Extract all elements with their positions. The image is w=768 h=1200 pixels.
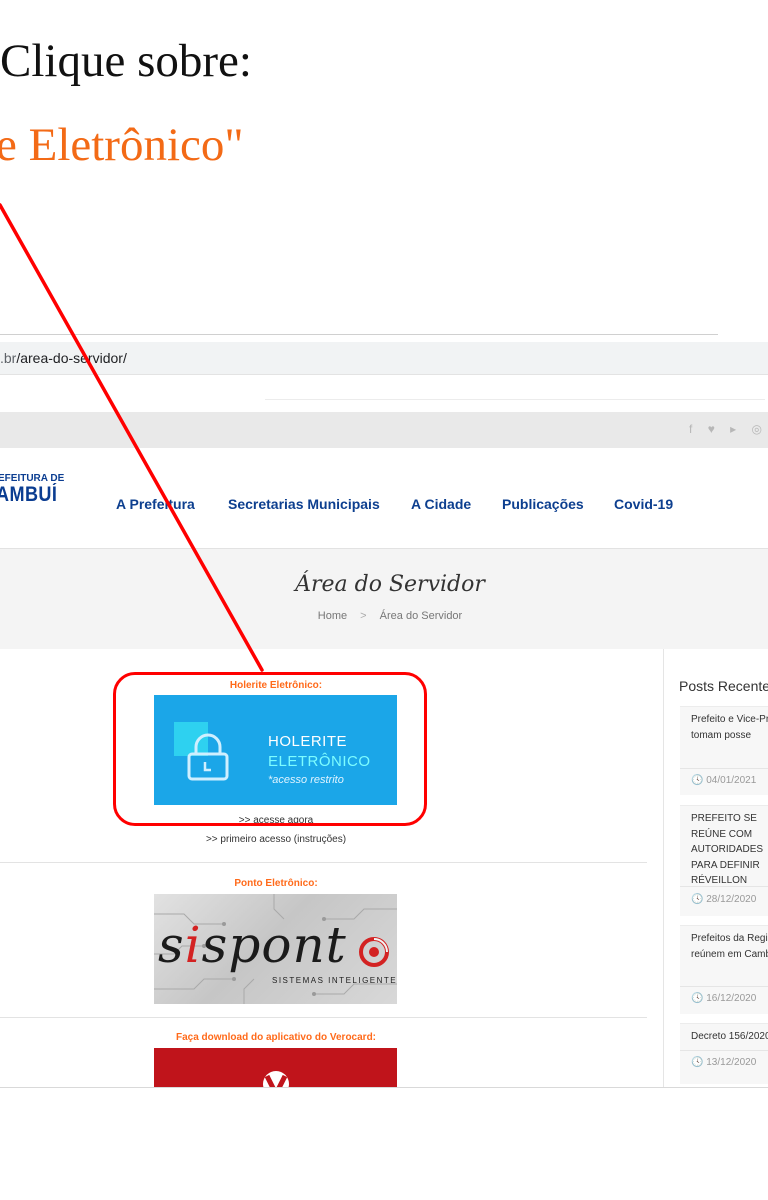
post-item[interactable]: Prefeitos da Região se reúnem em Cambuí … [680, 925, 768, 1014]
url-path: /area-do-servidor/ [16, 350, 127, 366]
post-date: 🕓 04/01/2021 [691, 775, 757, 786]
verocard-logo-icon [263, 1071, 289, 1088]
tab-strip-divider [0, 334, 718, 335]
section-divider [0, 1017, 647, 1018]
post-date-value: 28/12/2020 [706, 894, 757, 905]
primeiro-acesso-link[interactable]: >> primeiro acesso (instruções) [0, 834, 552, 845]
address-bar[interactable]: .br/area-do-servidor/ [0, 342, 768, 375]
sidebar-heading: Posts Recentes [679, 678, 768, 694]
sisponto-letters-2: spont [201, 916, 347, 974]
page-title-bar [0, 549, 768, 649]
post-item[interactable]: Decreto 156/2020 🕓 13/12/2020 [680, 1023, 768, 1084]
bookmarks-divider [265, 399, 765, 400]
post-date-divider [680, 886, 768, 887]
post-title[interactable]: Decreto 156/2020 [691, 1029, 768, 1045]
logo-city-name[interactable]: AMBUÍ [0, 483, 57, 507]
sisponto-logo-text: sispont [158, 916, 347, 974]
social-links[interactable]: f ♥ ▸ ◎ [689, 422, 768, 436]
page-title: Área do Servidor [295, 572, 485, 597]
post-date-divider [680, 1050, 768, 1051]
post-date-value: 13/12/2020 [706, 1057, 757, 1068]
nav-covid[interactable]: Covid-19 [614, 496, 673, 512]
post-date: 🕓 28/12/2020 [691, 894, 757, 905]
post-date: 🕓 16/12/2020 [691, 993, 757, 1004]
annotation-highlight-box [113, 672, 427, 826]
verocard-section-title: Faça download do aplicativo do Verocard: [175, 1032, 377, 1043]
breadcrumb-current: Área do Servidor [379, 610, 463, 622]
post-title[interactable]: Prefeitos da Região se reúnem em Cambuí [691, 931, 768, 962]
post-date-divider [680, 768, 768, 769]
sisponto-swirl-icon [359, 937, 389, 967]
post-title[interactable]: Prefeito e Vice-Prefeito e vereadores to… [691, 712, 768, 743]
site-top-strip: f ♥ ▸ ◎ [0, 412, 768, 448]
nav-publicacoes[interactable]: Publicações [502, 496, 584, 512]
social-icons[interactable]: f ♥ ▸ ◎ [689, 422, 768, 436]
post-item[interactable]: PREFEITO SE REÚNE COM AUTORIDADES PARA D… [680, 805, 768, 916]
post-item[interactable]: Prefeito e Vice-Prefeito e vereadores to… [680, 706, 768, 795]
breadcrumb: Home > Área do Servidor [0, 610, 768, 622]
breadcrumb-separator: > [360, 610, 367, 622]
url-text[interactable]: .br/area-do-servidor/ [0, 350, 127, 366]
post-title[interactable]: PREFEITO SE REÚNE COM AUTORIDADES PARA D… [691, 811, 768, 889]
sisponto-letter-i: i [184, 916, 202, 974]
sisponto-subtitle: SISTEMAS INTELIGENTES [272, 976, 397, 985]
url-domain: .br [0, 350, 17, 366]
nav-a-cidade[interactable]: A Cidade [411, 496, 471, 512]
sisponto-letters-1: s [158, 916, 185, 974]
post-date: 🕓 13/12/2020 [691, 1057, 757, 1068]
breadcrumb-home[interactable]: Home [318, 610, 347, 622]
verocard-banner[interactable] [154, 1048, 397, 1088]
post-date-divider [680, 986, 768, 987]
screenshot-bottom-edge [0, 1087, 768, 1088]
nav-secretarias[interactable]: Secretarias Municipais [228, 496, 380, 512]
ponto-section-title: Ponto Eletrônico: [234, 878, 318, 889]
nav-a-prefeitura[interactable]: A Prefeitura [116, 496, 195, 512]
section-divider [0, 862, 647, 863]
sidebar-divider [663, 649, 664, 1087]
post-date-value: 04/01/2021 [706, 775, 757, 786]
sisponto-banner[interactable]: sispont SISTEMAS INTELIGENTES [154, 894, 397, 1004]
instruction-line-1: Clique sobre: [0, 35, 252, 87]
post-date-value: 16/12/2020 [706, 993, 757, 1004]
bookmarks-bar [0, 375, 768, 411]
instruction-line-2: e Eletrônico" [0, 119, 244, 171]
